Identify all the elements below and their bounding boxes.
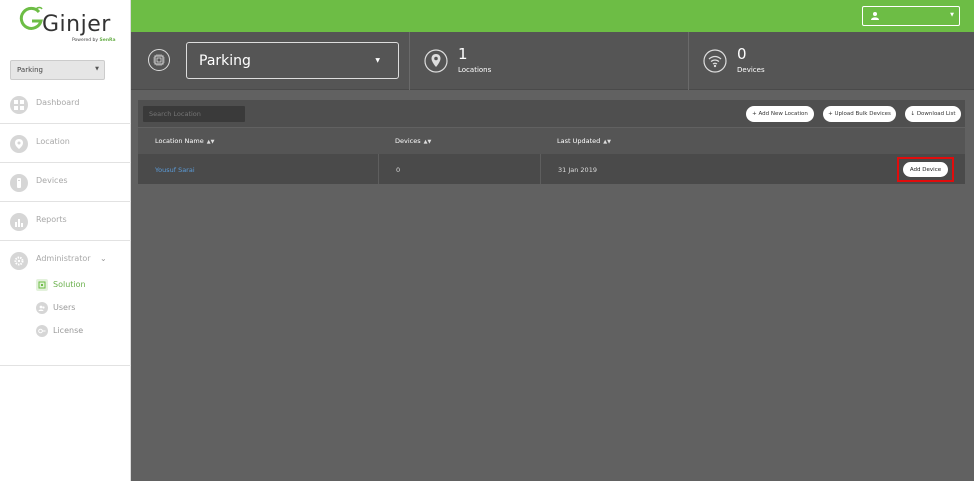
sidebar-item-dashboard[interactable]: Dashboard: [0, 85, 131, 124]
locations-count: 1: [458, 45, 468, 63]
sort-icon: ▲▼: [603, 139, 611, 145]
sidebar-item-label: Devices: [36, 176, 68, 185]
stat-divider: [409, 32, 410, 90]
add-device-button[interactable]: Add Device: [903, 162, 948, 177]
top-bar: ▼: [131, 0, 974, 32]
sidebar-item-location[interactable]: Location: [0, 124, 131, 163]
chip-icon: [36, 279, 48, 291]
table-row: Yousuf Sarai 0 31 Jan 2019: [138, 154, 965, 184]
device-icon: [10, 174, 28, 192]
stats-bar: Parking ▼ 1 Locations 0 Devices: [131, 32, 974, 90]
table-header: Location Name ▲▼ Devices ▲▼ Last Updated ▲▼: [138, 128, 965, 154]
sidebar: Ginjer Powered by SenRa Parking ▼ Dashbo…: [0, 0, 131, 481]
locations-label: Locations: [458, 66, 492, 74]
cell-divider: [378, 154, 379, 184]
wifi-device-icon: [703, 49, 727, 73]
solution-big-select-value: Parking: [199, 53, 251, 69]
ginjer-g-icon: [19, 6, 43, 30]
devices-cell: 0: [396, 166, 401, 174]
column-header-location-name[interactable]: Location Name ▲▼: [155, 137, 214, 145]
brand-name: Ginjer: [42, 12, 111, 37]
bar-chart-icon: [10, 213, 28, 231]
sidebar-item-administrator[interactable]: Administrator ⌄: [0, 241, 131, 280]
user-icon: [871, 12, 879, 20]
sidebar-subitem-label: Solution: [53, 280, 86, 289]
download-list-button[interactable]: ↓ Download List: [905, 106, 961, 122]
stat-divider: [688, 32, 689, 90]
caret-down-icon: ▼: [950, 12, 954, 18]
solution-select[interactable]: Parking ▼: [10, 60, 105, 80]
cell-divider: [540, 154, 541, 184]
sidebar-subitem-label: License: [53, 326, 84, 335]
location-pin-icon: [424, 49, 448, 73]
sort-icon: ▲▼: [423, 139, 432, 145]
last-updated-cell: 31 Jan 2019: [558, 166, 597, 174]
location-pin-icon: [10, 135, 28, 153]
sidebar-item-label: Administrator: [36, 254, 91, 263]
sidebar-item-devices[interactable]: Devices: [0, 163, 131, 202]
devices-count: 0: [737, 45, 747, 63]
column-header-last-updated[interactable]: Last Updated ▲▼: [557, 137, 611, 145]
dashboard-icon: [10, 96, 28, 114]
solution-select-value: Parking: [17, 66, 43, 74]
powered-by: Powered by SenRa: [72, 38, 116, 43]
solution-big-select[interactable]: Parking ▼: [186, 42, 399, 79]
ginjer-logo[interactable]: Ginjer Powered by SenRa: [18, 6, 118, 46]
upload-bulk-devices-button[interactable]: + Upload Bulk Devices: [823, 106, 896, 122]
column-header-devices[interactable]: Devices ▲▼: [395, 137, 431, 145]
sidebar-item-label: Location: [36, 137, 70, 146]
devices-label: Devices: [737, 66, 765, 74]
caret-down-icon: ▼: [95, 66, 99, 72]
sort-icon: ▲▼: [206, 139, 215, 145]
sidebar-item-label: Reports: [36, 215, 67, 224]
sidebar-subitem-label: Users: [53, 303, 76, 312]
add-new-location-button[interactable]: + Add New Location: [746, 106, 814, 122]
locations-panel: + Add New Location + Upload Bulk Devices…: [138, 100, 965, 184]
caret-down-icon: ▼: [375, 57, 380, 64]
table-toolbar: + Add New Location + Upload Bulk Devices…: [138, 100, 965, 127]
gear-icon: [10, 252, 28, 270]
location-name-link[interactable]: Yousuf Sarai: [155, 166, 195, 174]
solution-chip-icon: [148, 49, 170, 71]
user-menu-dropdown[interactable]: ▼: [862, 6, 960, 26]
sidebar-divider: [0, 365, 131, 366]
chevron-down-icon: ⌄: [100, 254, 107, 263]
key-icon: [36, 325, 48, 337]
sidebar-item-reports[interactable]: Reports: [0, 202, 131, 241]
sidebar-item-label: Dashboard: [36, 98, 80, 107]
users-icon: [36, 302, 48, 314]
search-location-input[interactable]: [143, 106, 245, 122]
